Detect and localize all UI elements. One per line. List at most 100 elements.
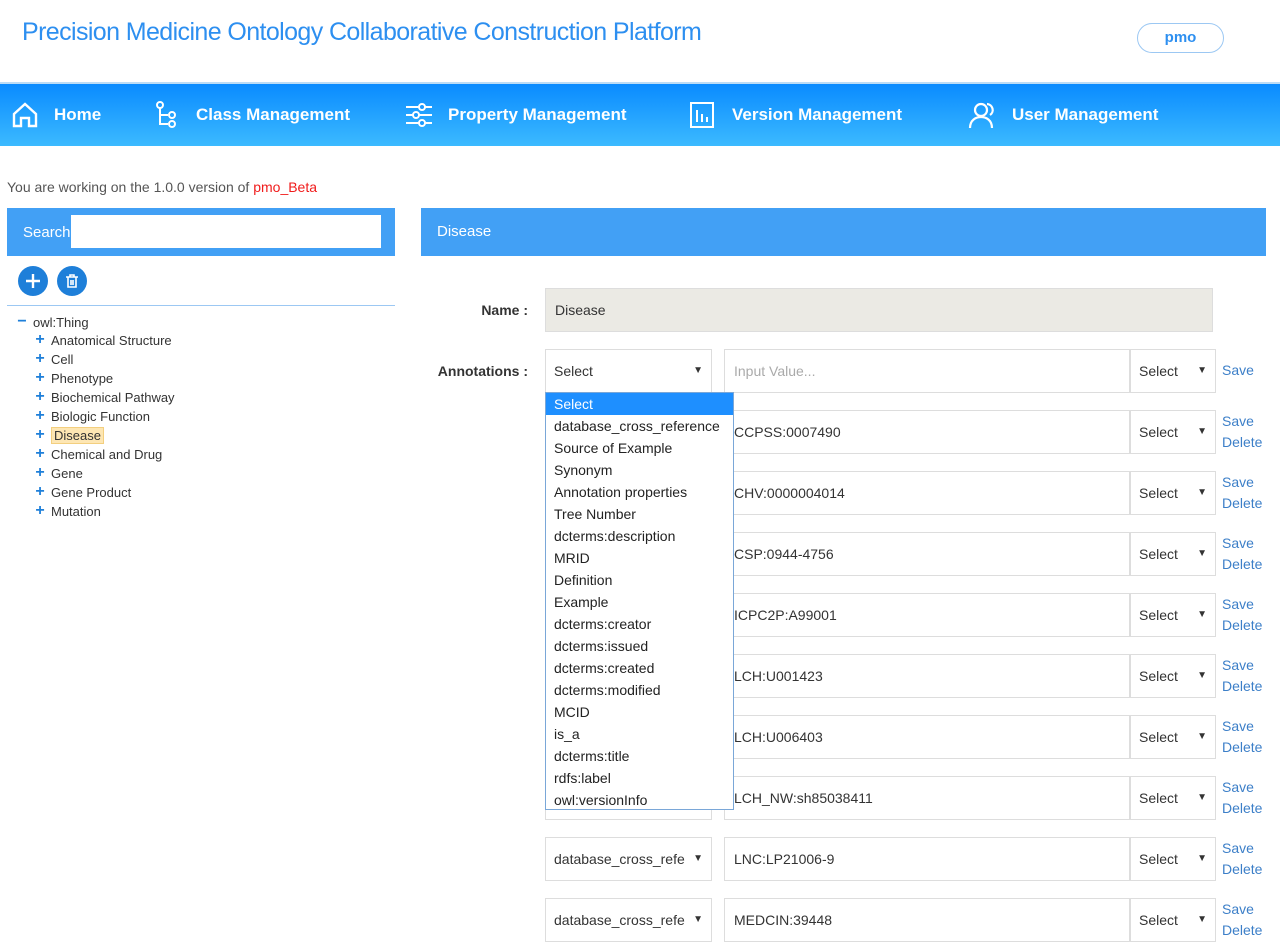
nav-class-management[interactable]: Class Management <box>152 84 350 146</box>
nav-version-management[interactable]: Version Management <box>688 84 902 146</box>
language-select[interactable]: Select ▼ <box>1130 715 1216 759</box>
annotation-value-input[interactable]: LCH_NW:sh85038411 <box>724 776 1130 820</box>
nav-user-management[interactable]: User Management <box>968 84 1158 146</box>
dropdown-option[interactable]: dcterms:description <box>546 525 733 547</box>
tree-node[interactable]: + Phenotype <box>34 369 113 387</box>
search-input[interactable] <box>71 215 381 248</box>
delete-button[interactable]: Delete <box>1222 493 1262 514</box>
select-value: Select <box>1139 607 1178 623</box>
save-button[interactable]: Save <box>1222 360 1254 381</box>
tree-label: Mutation <box>51 503 101 519</box>
save-button[interactable]: Save <box>1222 533 1254 554</box>
tree-node[interactable]: + Disease <box>34 426 104 444</box>
save-button[interactable]: Save <box>1222 716 1254 737</box>
language-select[interactable]: Select ▼ <box>1130 654 1216 698</box>
delete-button[interactable]: Delete <box>1222 920 1262 941</box>
delete-button[interactable]: Delete <box>1222 798 1262 819</box>
save-button[interactable]: Save <box>1222 838 1254 859</box>
project-name: pmo_Beta <box>253 179 318 195</box>
annotation-value-input[interactable]: ICPC2P:A99001 <box>724 593 1130 637</box>
dropdown-option[interactable]: dcterms:created <box>546 657 733 679</box>
dropdown-option[interactable]: Source of Example <box>546 437 733 459</box>
language-select[interactable]: Select ▼ <box>1130 898 1216 942</box>
class-tree-icon <box>156 101 176 128</box>
dropdown-option[interactable]: owl:versionInfo <box>546 789 733 811</box>
tree-node[interactable]: + Gene Product <box>34 483 131 501</box>
dropdown-option[interactable]: MRID <box>546 547 733 569</box>
tree-node[interactable]: + Chemical and Drug <box>34 445 162 463</box>
expand-icon: + <box>35 350 45 367</box>
save-button[interactable]: Save <box>1222 899 1254 920</box>
annotation-property-select[interactable]: Select ▼ <box>545 349 712 393</box>
delete-button[interactable]: Delete <box>1222 554 1262 575</box>
name-label: Name : <box>481 302 528 318</box>
language-select[interactable]: Select ▼ <box>1130 532 1216 576</box>
caret-down-icon: ▼ <box>1197 914 1207 925</box>
language-select[interactable]: Select ▼ <box>1130 776 1216 820</box>
dropdown-option[interactable]: dcterms:issued <box>546 635 733 657</box>
save-button[interactable]: Save <box>1222 777 1254 798</box>
language-select[interactable]: Select ▼ <box>1130 837 1216 881</box>
tree-node[interactable]: + Biochemical Pathway <box>34 388 174 406</box>
name-field[interactable]: Disease <box>545 288 1213 332</box>
dropdown-option[interactable]: Annotation properties <box>546 481 733 503</box>
expand-icon: + <box>35 388 45 405</box>
annotation-property-select[interactable]: database_cross_refe ▼ <box>545 898 712 942</box>
dropdown-option[interactable]: dcterms:modified <box>546 679 733 701</box>
delete-button[interactable]: Delete <box>1222 432 1262 453</box>
annotation-value-input[interactable]: MEDCIN:39448 <box>724 898 1130 942</box>
dropdown-option[interactable]: database_cross_reference <box>546 415 733 437</box>
annotation-property-select[interactable]: database_cross_refe ▼ <box>545 837 712 881</box>
dropdown-option[interactable]: Example <box>546 591 733 613</box>
tree-node[interactable]: + Cell <box>34 350 73 368</box>
dropdown-option[interactable]: rdfs:label <box>546 767 733 789</box>
delete-button[interactable]: Delete <box>1222 676 1262 697</box>
dropdown-option[interactable]: MCID <box>546 701 733 723</box>
save-button[interactable]: Save <box>1222 594 1254 615</box>
save-button[interactable]: Save <box>1222 411 1254 432</box>
divider <box>7 305 395 306</box>
caret-down-icon: ▼ <box>1197 548 1207 559</box>
user-button[interactable]: pmo <box>1137 23 1224 53</box>
select-value: Select <box>554 363 593 379</box>
add-class-button[interactable] <box>18 266 48 296</box>
delete-button[interactable]: Delete <box>1222 859 1262 880</box>
dropdown-option[interactable]: Synonym <box>546 459 733 481</box>
delete-class-button[interactable] <box>57 266 87 296</box>
save-button[interactable]: Save <box>1222 472 1254 493</box>
annotation-value-input[interactable]: CSP:0944-4756 <box>724 532 1130 576</box>
dropdown-option[interactable]: Definition <box>546 569 733 591</box>
language-select[interactable]: Select ▼ <box>1130 593 1216 637</box>
nav-home[interactable]: Home <box>10 84 101 146</box>
delete-button[interactable]: Delete <box>1222 737 1262 758</box>
annotation-value-input[interactable]: CCPSS:0007490 <box>724 410 1130 454</box>
delete-button[interactable]: Delete <box>1222 615 1262 636</box>
annotation-value-input[interactable]: LCH:U001423 <box>724 654 1130 698</box>
tree-node[interactable]: + Anatomical Structure <box>34 331 171 349</box>
nav-property-management[interactable]: Property Management <box>404 84 627 146</box>
annotation-value-input[interactable]: CHV:0000004014 <box>724 471 1130 515</box>
dropdown-option[interactable]: dcterms:creator <box>546 613 733 635</box>
select-value: Select <box>1139 729 1178 745</box>
dropdown-option[interactable]: Tree Number <box>546 503 733 525</box>
dropdown-option[interactable]: Select <box>546 393 733 415</box>
expand-icon: + <box>35 426 45 443</box>
save-button[interactable]: Save <box>1222 655 1254 676</box>
annotation-value-input[interactable]: LCH:U006403 <box>724 715 1130 759</box>
tree-node[interactable]: + Biologic Function <box>34 407 150 425</box>
tree-node-root[interactable]: − owl:Thing <box>16 313 88 331</box>
dropdown-option[interactable]: dcterms:title <box>546 745 733 767</box>
version-chart-icon <box>690 102 714 128</box>
tree-node[interactable]: + Mutation <box>34 502 101 520</box>
expand-icon: + <box>35 502 45 519</box>
language-select[interactable]: Select ▼ <box>1130 471 1216 515</box>
annotation-value-input[interactable]: Input Value... <box>724 349 1130 393</box>
caret-down-icon: ▼ <box>1197 426 1207 437</box>
language-select[interactable]: Select ▼ <box>1130 410 1216 454</box>
language-select[interactable]: Select ▼ <box>1130 349 1216 393</box>
nav-label: Home <box>54 105 102 124</box>
tree-node[interactable]: + Gene <box>34 464 82 482</box>
caret-down-icon: ▼ <box>1197 853 1207 864</box>
annotation-value-input[interactable]: LNC:LP21006-9 <box>724 837 1130 881</box>
dropdown-option[interactable]: is_a <box>546 723 733 745</box>
